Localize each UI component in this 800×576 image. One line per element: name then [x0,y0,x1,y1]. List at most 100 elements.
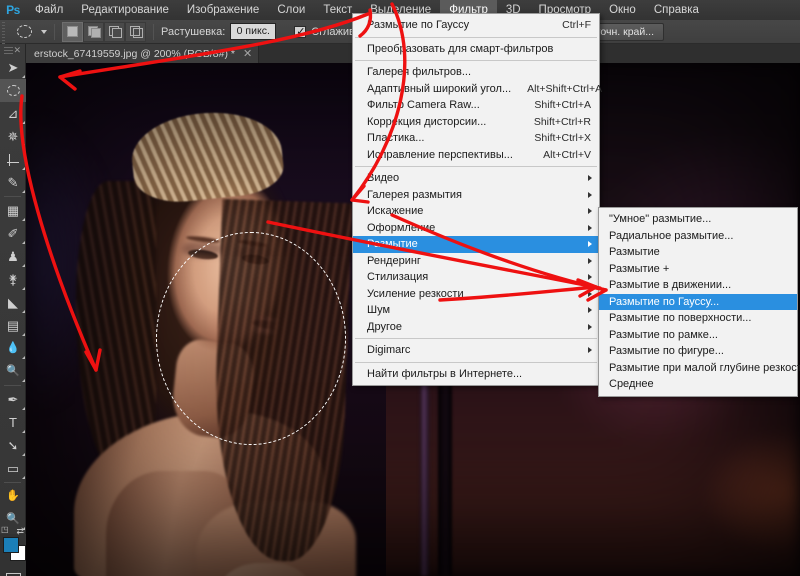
antialias-checkbox[interactable] [294,25,307,38]
divider [153,23,154,40]
close-icon[interactable]: ✕ [13,45,21,56]
tool-preset-chevron-down-icon[interactable] [41,29,47,34]
submenu-item-motion-blur[interactable]: Размытие в движении... [599,277,797,294]
menu-item-label: Размытие по фигуре... [609,345,724,358]
filter-menu-dropdown[interactable]: Размытие по Гауссу Ctrl+F Преобразовать … [352,13,602,386]
history-brush-tool-icon: ⚵ [8,272,18,287]
close-icon[interactable]: ✕ [243,47,252,60]
menu-item-browse-filters-online[interactable]: Найти фильтры в Интернете... [353,366,599,383]
menu-item-video[interactable]: Видео [353,170,599,187]
tools-panel-grip[interactable]: ✕ [0,44,25,56]
menu-window[interactable]: Окно [600,0,645,20]
add-to-selection-button[interactable] [83,21,104,42]
eyedropper-tool[interactable]: ✎ [0,171,26,194]
menu-item-label: Другое [367,320,402,333]
menu-edit[interactable]: Редактирование [72,0,178,20]
hand-tool[interactable]: ✋ [0,485,26,508]
eraser-tool[interactable]: ◣ [0,291,26,314]
menu-item-stylize[interactable]: Стилизация [353,269,599,286]
history-brush-tool[interactable]: ⚵ [0,268,26,291]
menu-item-lens-correction[interactable]: Коррекция дисторсии... Shift+Ctrl+R [353,114,599,131]
menu-item-label: Рендеринг [367,254,421,267]
type-tool-icon: T [9,415,17,430]
swap-colors-icon[interactable]: ⇄ [16,526,24,537]
menu-item-pixelate[interactable]: Оформление [353,220,599,237]
menu-item-noise[interactable]: Шум [353,302,599,319]
foreground-color-swatch[interactable] [3,537,19,553]
elliptical-marquee-tool-icon [6,85,20,96]
move-tool[interactable]: ➤ [0,56,26,79]
quick-mask-button[interactable] [0,568,26,576]
clone-stamp-tool[interactable]: ♟ [0,245,26,268]
elliptical-selection-marching-ants[interactable] [156,232,346,445]
elliptical-marquee-tool[interactable] [0,79,26,102]
menu-item-distort[interactable]: Искажение [353,203,599,220]
submenu-item-lens-blur[interactable]: Размытие при малой глубине резкости... [599,360,800,377]
rectangle-tool-icon: ▭ [6,461,20,476]
default-colors-icon[interactable]: ◳ [1,525,9,534]
submenu-arrow-icon [588,290,592,297]
menu-item-sharpen[interactable]: Усиление резкости [353,286,599,303]
grip-dots-icon [4,46,14,54]
menu-item-label: Коррекция дисторсии... [367,115,487,128]
menu-item-label: Стилизация [367,271,429,284]
menu-item-label: Размытие по Гауссу [367,19,470,32]
blur-tool[interactable]: 💧 [0,337,26,360]
submenu-item-blur[interactable]: Размытие [599,244,797,261]
submenu-item-average[interactable]: Среднее [599,376,797,393]
subtract-from-selection-button[interactable] [104,21,125,42]
submenu-item-surface-blur[interactable]: Размытие по поверхности... [599,310,797,327]
zoom-tool-icon: 🔍 [6,513,20,525]
dodge-tool[interactable]: 🔍 [0,360,26,383]
menu-file[interactable]: Файл [26,0,72,20]
menu-item-blur[interactable]: Размытие [353,236,599,253]
submenu-item-radial-blur[interactable]: Радиальное размытие... [599,228,797,245]
submenu-item-box-blur[interactable]: Размытие по рамке... [599,327,797,344]
selection-mode-group [62,21,146,42]
menu-item-label: Галерея фильтров... [367,66,472,79]
menu-item-label: Размытие [367,238,418,251]
options-bar-grip[interactable] [0,19,7,44]
path-selection-tool[interactable]: ➘ [0,434,26,457]
menu-item-vanishing-point[interactable]: Исправление перспективы... Alt+Ctrl+V [353,147,599,164]
horizontal-type-tool[interactable]: T [0,411,26,434]
lasso-tool[interactable]: ⊿ [0,102,26,125]
menu-image[interactable]: Изображение [178,0,268,20]
rectangle-tool[interactable]: ▭ [0,457,26,480]
menu-item-liquify[interactable]: Пластика... Shift+Ctrl+X [353,130,599,147]
submenu-item-gaussian-blur[interactable]: Размытие по Гауссу... [599,293,797,310]
quick-selection-tool[interactable]: ✵ [0,125,26,148]
intersect-with-selection-button[interactable] [125,21,146,42]
menu-item-filter-gallery[interactable]: Галерея фильтров... [353,64,599,81]
document-tab[interactable]: erstock_67419559.jpg @ 200% (RGB/8#) * ✕ [26,44,260,63]
menu-item-label: Оформление [367,221,436,234]
submenu-item-blur-more[interactable]: Размытие + [599,261,797,278]
submenu-item-shape-blur[interactable]: Размытие по фигуре... [599,343,797,360]
gradient-tool[interactable]: ▤ [0,314,26,337]
menu-item-render[interactable]: Рендеринг [353,253,599,270]
blur-submenu[interactable]: "Умное" размытие... Радиальное размытие.… [598,207,800,397]
menu-item-adaptive-wide-angle[interactable]: Адаптивный широкий угол... Alt+Shift+Ctr… [353,81,602,98]
new-selection-button[interactable] [62,21,83,42]
crop-tool[interactable] [0,148,26,171]
tools-panel: ✕ ➤ ⊿ ✵ ✎ ▦ ✐ ♟ ⚵ ◣ ▤ 💧 🔍 ✒ T ➘ ▭ ✋ 🔍 ◳ … [0,44,26,576]
pen-tool[interactable]: ✒ [0,388,26,411]
spot-healing-brush-tool[interactable]: ▦ [0,199,26,222]
submenu-arrow-icon [588,208,592,215]
menu-layers[interactable]: Слои [268,0,314,20]
spot-healing-brush-tool-icon: ▦ [6,203,20,218]
menu-item-camera-raw-filter[interactable]: Фильтр Camera Raw... Shift+Ctrl+A [353,97,599,114]
submenu-item-smart-blur[interactable]: "Умное" размытие... [599,211,797,228]
menu-item-blur-gallery[interactable]: Галерея размытия [353,187,599,204]
menu-item-other[interactable]: Другое [353,319,599,336]
menu-item-digimarc[interactable]: Digimarc [353,342,599,359]
submenu-arrow-icon [588,175,592,182]
menu-item-gaussian-blur-repeat[interactable]: Размытие по Гауссу Ctrl+F [353,17,599,34]
submenu-arrow-icon [588,274,592,281]
brush-tool[interactable]: ✐ [0,222,26,245]
current-tool-preview[interactable] [7,21,41,43]
feather-input[interactable]: 0 пикс. [230,23,277,40]
menu-item-convert-for-smart-filters[interactable]: Преобразовать для смарт-фильтров [353,41,599,58]
menu-help[interactable]: Справка [645,0,708,20]
hand-tool-icon: ✋ [6,490,20,502]
